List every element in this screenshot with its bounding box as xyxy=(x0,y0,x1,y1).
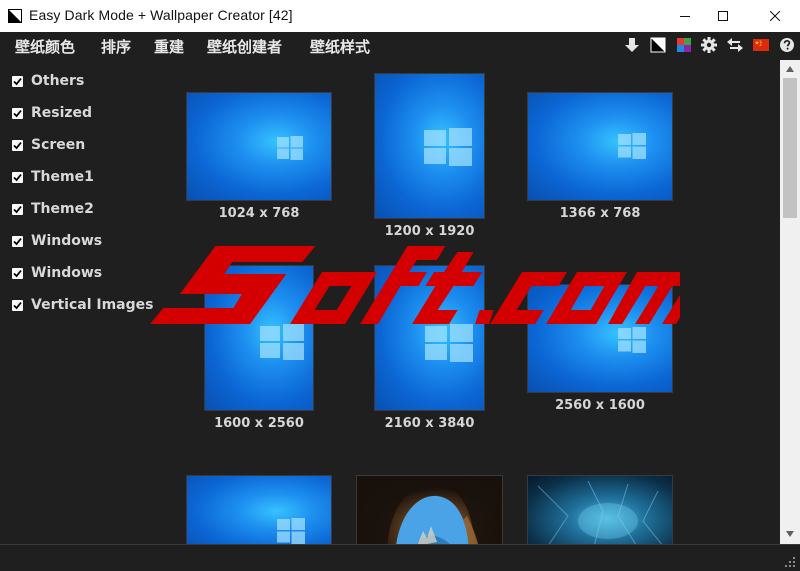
wallpaper-label: 2560 x 1600 xyxy=(555,398,645,413)
wallpaper-thumbnail[interactable] xyxy=(527,284,673,393)
category-label: Theme2 xyxy=(31,201,94,217)
gear-icon[interactable] xyxy=(701,37,717,53)
windows-logo-icon xyxy=(277,136,303,160)
checkbox[interactable] xyxy=(12,76,23,87)
checkbox[interactable] xyxy=(12,204,23,215)
category-label: Windows xyxy=(31,233,103,249)
checkbox[interactable] xyxy=(12,140,23,151)
checkbox[interactable] xyxy=(12,268,23,279)
wallpaper-label: 2160 x 3840 xyxy=(384,416,475,431)
app-icon xyxy=(8,9,22,23)
wallpaper-label: 1024 x 768 xyxy=(218,206,300,221)
scroll-up-icon[interactable] xyxy=(785,65,795,73)
windows-logo-icon xyxy=(618,133,646,159)
window-title: Easy Dark Mode + Wallpaper Creator [42] xyxy=(29,7,293,23)
wallpaper-thumbnail[interactable] xyxy=(186,92,332,201)
windows-logo-icon xyxy=(424,128,472,166)
check-icon xyxy=(13,205,22,214)
checkbox[interactable] xyxy=(12,108,23,119)
menu-rebuild[interactable]: 重建 xyxy=(154,36,184,57)
dark-mode-icon[interactable] xyxy=(650,37,666,53)
wallpaper-label: 1600 x 2560 xyxy=(214,416,304,431)
vertical-scrollbar[interactable] xyxy=(780,60,800,544)
main-content: Others Resized Screen Theme1 Theme2 Wind… xyxy=(0,60,780,544)
check-icon xyxy=(13,269,22,278)
check-icon xyxy=(13,301,22,310)
ice-cave-image xyxy=(537,480,663,544)
windows-logo-icon xyxy=(618,327,646,353)
check-icon xyxy=(13,173,22,182)
wallpaper-thumbnail[interactable] xyxy=(374,73,485,219)
cave-arch-image xyxy=(357,476,502,544)
menu-sort[interactable]: 排序 xyxy=(101,36,131,57)
check-icon xyxy=(13,77,22,86)
wallpaper-thumbnail[interactable] xyxy=(204,265,314,411)
menu-wallpaper-creator[interactable]: 壁纸创建者 xyxy=(207,36,282,57)
windows-logo-icon xyxy=(425,324,473,362)
close-button[interactable] xyxy=(752,0,798,32)
download-icon[interactable] xyxy=(624,37,640,53)
help-icon[interactable] xyxy=(779,37,795,53)
title-bar: Easy Dark Mode + Wallpaper Creator [42] xyxy=(0,0,800,33)
category-label: Vertical Images xyxy=(31,297,154,313)
category-label: Others xyxy=(31,73,85,89)
check-icon xyxy=(13,141,22,150)
menu-wallpaper-style[interactable]: 壁纸样式 xyxy=(310,36,370,57)
wallpaper-thumbnail[interactable] xyxy=(527,475,673,544)
wallpaper-thumbnail[interactable] xyxy=(186,475,332,544)
checkbox[interactable] xyxy=(12,236,23,247)
windows-logo-icon xyxy=(277,518,305,544)
maximize-button[interactable] xyxy=(700,0,746,32)
category-label: Resized xyxy=(31,105,93,121)
scroll-down-icon[interactable] xyxy=(785,530,795,538)
wallpaper-thumbnail[interactable] xyxy=(374,265,485,411)
status-bar xyxy=(0,544,800,571)
check-icon xyxy=(13,237,22,246)
scrollbar-thumb[interactable] xyxy=(783,78,797,218)
wallpaper-label: 1366 x 768 xyxy=(559,206,641,221)
category-label: Screen xyxy=(31,137,86,153)
maximize-icon xyxy=(718,11,728,21)
swap-icon[interactable] xyxy=(727,37,743,53)
category-label: Windows xyxy=(31,265,103,281)
close-icon xyxy=(770,11,780,21)
windows-logo-icon xyxy=(260,324,304,360)
wallpaper-thumbnail[interactable] xyxy=(527,92,673,201)
china-flag-icon[interactable] xyxy=(753,37,769,53)
resize-grip-icon[interactable] xyxy=(784,556,796,568)
check-icon xyxy=(13,109,22,118)
category-label: Theme1 xyxy=(31,169,94,185)
menu-wallpaper-color[interactable]: 壁纸颜色 xyxy=(15,36,75,57)
minimize-icon xyxy=(680,16,690,17)
wallpaper-label: 1200 x 1920 xyxy=(384,224,475,239)
checkbox[interactable] xyxy=(12,300,23,311)
wallpaper-thumbnail[interactable] xyxy=(356,475,503,544)
color-palette-icon[interactable] xyxy=(676,37,692,53)
checkbox[interactable] xyxy=(12,172,23,183)
